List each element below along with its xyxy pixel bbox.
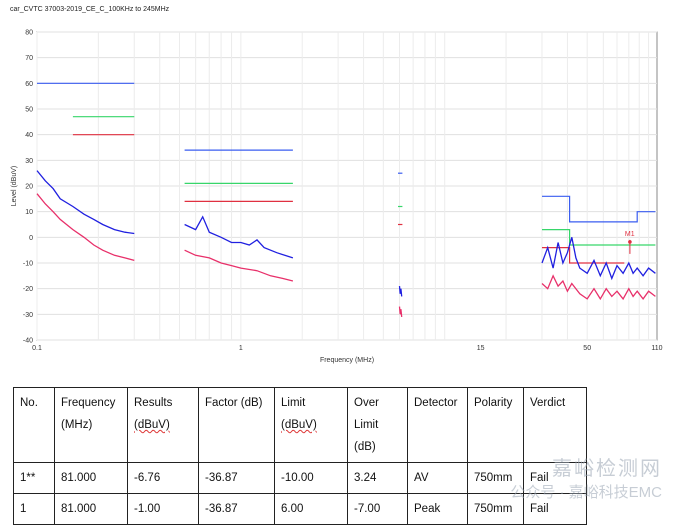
x-tick-label: 1: [239, 345, 243, 352]
y-tick-label: 30: [25, 158, 33, 165]
y-tick-label: 20: [25, 184, 33, 191]
cell-factor: -36.87: [198, 462, 275, 494]
table-row: 1 81.000 -1.00 -36.87 6.00 -7.00 Peak 75…: [13, 493, 587, 525]
y-tick-label: 80: [25, 30, 33, 37]
cell-frequency: 81.000: [54, 493, 128, 525]
header-factor: Factor (dB): [198, 387, 275, 463]
header-limit: Limit (dBuV): [274, 387, 348, 463]
cell-verdict: Fail: [523, 493, 587, 525]
cell-over-limit: -7.00: [347, 493, 408, 525]
cell-no: 1: [13, 493, 55, 525]
x-axis-label: Frequency (MHz): [320, 357, 374, 364]
marker-label: M1: [625, 231, 635, 238]
y-axis-label: Level (dBuV): [11, 166, 18, 206]
cell-results: -6.76: [127, 462, 199, 494]
y-tick-label: 0: [29, 235, 33, 242]
x-tick-label: 0.1: [32, 345, 42, 352]
table-row: 1** 81.000 -6.76 -36.87 -10.00 3.24 AV 7…: [13, 462, 587, 494]
cell-over-limit: 3.24: [347, 462, 408, 494]
header-frequency: Frequency (MHz): [54, 387, 128, 463]
header-verdict: Verdict: [523, 387, 587, 463]
cell-detector: AV: [407, 462, 468, 494]
cell-limit: 6.00: [274, 493, 348, 525]
emission-chart: car_CVTC 37003-2019_CE_C_100KHz to 245MH…: [0, 0, 680, 370]
y-tick-label: -40: [23, 338, 33, 345]
y-tick-label: -30: [23, 312, 33, 319]
header-results: Results (dBuV): [127, 387, 199, 463]
cell-no: 1**: [13, 462, 55, 494]
x-tick-label: 110: [651, 345, 662, 352]
cell-verdict: Fail: [523, 462, 587, 494]
header-over-limit: Over Limit (dB): [347, 387, 408, 463]
x-tick-label: 50: [583, 345, 591, 352]
header-no: No.: [13, 387, 55, 463]
y-tick-label: 10: [25, 209, 33, 216]
cell-polarity: 750mm: [467, 493, 524, 525]
cell-factor: -36.87: [198, 493, 275, 525]
y-tick-label: 70: [25, 55, 33, 62]
header-detector: Detector: [407, 387, 468, 463]
cell-polarity: 750mm: [467, 462, 524, 494]
y-tick-label: -20: [23, 286, 33, 293]
results-table: No. Frequency (MHz) Results (dBuV) Factor …: [13, 387, 587, 525]
y-tick-label: 50: [25, 107, 33, 114]
chart-svg: 80 70 60 50 40 30 20 10 0 -10 -20 -30 -400.1 1 15 50 110…: [11, 30, 663, 365]
table-header-row: No. Frequency (MHz) Results (dBuV) Factor …: [13, 387, 587, 463]
cell-limit: -10.00: [274, 462, 348, 494]
cell-detector: Peak: [407, 493, 468, 525]
x-tick-label: 15: [477, 345, 485, 352]
cell-results: -1.00: [127, 493, 199, 525]
chart-title: car_CVTC 37003-2019_CE_C_100KHz to 245MH…: [10, 6, 170, 13]
y-tick-label: 40: [25, 132, 33, 139]
marker-point: [628, 240, 632, 244]
y-tick-label: 60: [25, 81, 33, 88]
y-tick-label: -10: [23, 261, 33, 268]
cell-frequency: 81.000: [54, 462, 128, 494]
header-polarity: Polarity: [467, 387, 524, 463]
